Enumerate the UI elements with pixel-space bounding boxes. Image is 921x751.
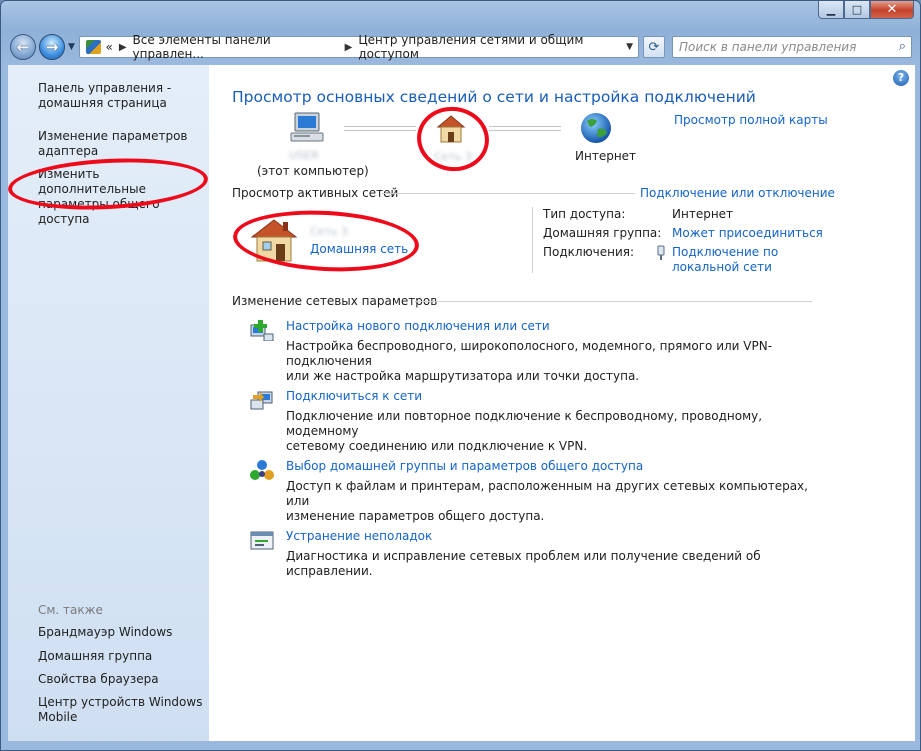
sidebar-item-homegroup[interactable]: Домашняя группа [38,649,152,664]
homegroup-join-link[interactable]: Может присоединиться [672,226,823,240]
breadcrumb-separator-icon[interactable]: ▶ [119,42,127,53]
new-connection-icon [250,320,274,341]
search-icon[interactable]: ⌕ [899,39,906,54]
address-overflow-chevron[interactable]: « [105,40,112,54]
map-connector-line [489,126,561,131]
maximize-button[interactable]: □ [844,1,870,19]
computer-name: USER [289,149,319,162]
back-button[interactable]: ← [10,34,36,60]
section-divider [382,193,635,194]
computer-icon [290,112,324,142]
sidebar: Панель управления - домашняя страница Из… [6,65,210,741]
active-networks-heading: Просмотр активных сетей [232,186,399,200]
task-new-connection-link[interactable]: Настройка нового подключения или сети [286,319,550,333]
caption-buttons: ▁ □ ✕ [818,1,914,19]
task-troubleshoot-link[interactable]: Устранение неполадок [286,529,432,543]
this-computer-caption: (этот компьютер) [257,164,369,178]
see-also-heading: См. также [38,603,103,617]
sidebar-item-mobile-device-center[interactable]: Центр устройств Windows Mobile [38,695,202,725]
connect-disconnect-link[interactable]: Подключение или отключение [640,186,835,200]
control-panel-icon [86,40,102,54]
task-connect-network-desc: Подключение или повторное подключение к … [286,409,763,453]
close-button[interactable]: ✕ [870,1,914,19]
refresh-button[interactable]: ⟳ [643,36,665,58]
arrow-right-icon: → [45,38,59,56]
full-map-link[interactable]: Просмотр полной карты [674,113,828,127]
access-type-value: Интернет [672,207,734,221]
section-divider [415,301,812,302]
connect-to-network-icon [250,391,273,410]
sidebar-item-firewall[interactable]: Брандмауэр Windows [38,625,172,640]
recent-pages-dropdown[interactable]: ▼ [68,42,75,52]
task-homegroup-desc: Доступ к файлам и принтерам, расположенн… [286,479,808,523]
sidebar-item-home[interactable]: Панель управления - домашняя страница [38,81,171,111]
address-bar[interactable]: « ▶ Все элементы панели управлен... ▶ Це… [79,33,639,61]
sidebar-item-browser-properties[interactable]: Свойства браузера [38,672,159,687]
main-panel: ? Просмотр основных сведений о сети и на… [209,65,915,741]
breadcrumb-network-center[interactable]: Центр управления сетями и общим доступом [358,33,638,61]
highlight-oval [231,206,421,276]
search-placeholder: Поиск в панели управления [679,40,857,54]
change-settings-heading: Изменение сетевых параметров [232,294,438,308]
connections-label: Подключения: [543,245,635,259]
local-connection-link[interactable]: Подключение по локальной сети [672,245,778,275]
address-dropdown-icon[interactable]: ▼ [626,42,633,52]
vertical-divider [532,207,533,273]
internet-label: Интернет [575,149,637,163]
arrow-left-icon: ← [16,38,30,56]
sidebar-item-adapter-settings[interactable]: Изменение параметров адаптера [38,129,188,159]
forward-button[interactable]: → [39,34,65,60]
chevron-down-icon: ▼ [68,42,75,52]
page-title: Просмотр основных сведений о сети и наст… [232,88,756,106]
access-type-label: Тип доступа: [543,207,626,221]
minimize-button[interactable]: ▁ [818,1,844,19]
breadcrumb-separator-icon[interactable]: ▶ [345,42,353,53]
homegroup-label: Домашняя группа: [543,226,662,240]
task-homegroup-link[interactable]: Выбор домашней группы и параметров общег… [286,459,643,473]
highlight-oval [412,102,494,176]
navigation-bar: ← → ▼ « ▶ Все элементы панели управлен..… [1,29,920,65]
globe-icon[interactable] [579,111,613,145]
task-connect-network-link[interactable]: Подключиться к сети [286,389,422,403]
map-connector-line [344,126,416,131]
task-new-connection-desc: Настройка беспроводного, широкополосного… [286,339,773,383]
refresh-icon: ⟳ [648,39,660,55]
troubleshoot-icon [250,531,274,550]
task-troubleshoot-desc: Диагностика и исправление сетевых пробле… [286,549,761,578]
help-icon[interactable]: ? [893,70,909,86]
homegroup-icon [250,460,274,480]
breadcrumb-all-items[interactable]: Все элементы панели управлен... [133,33,339,61]
ethernet-icon [657,245,665,260]
control-panel-window: ▁ □ ✕ ← → ▼ « ▶ Все элементы панели упра… [0,0,921,751]
search-input[interactable]: Поиск в панели управления ⌕ [672,36,912,58]
